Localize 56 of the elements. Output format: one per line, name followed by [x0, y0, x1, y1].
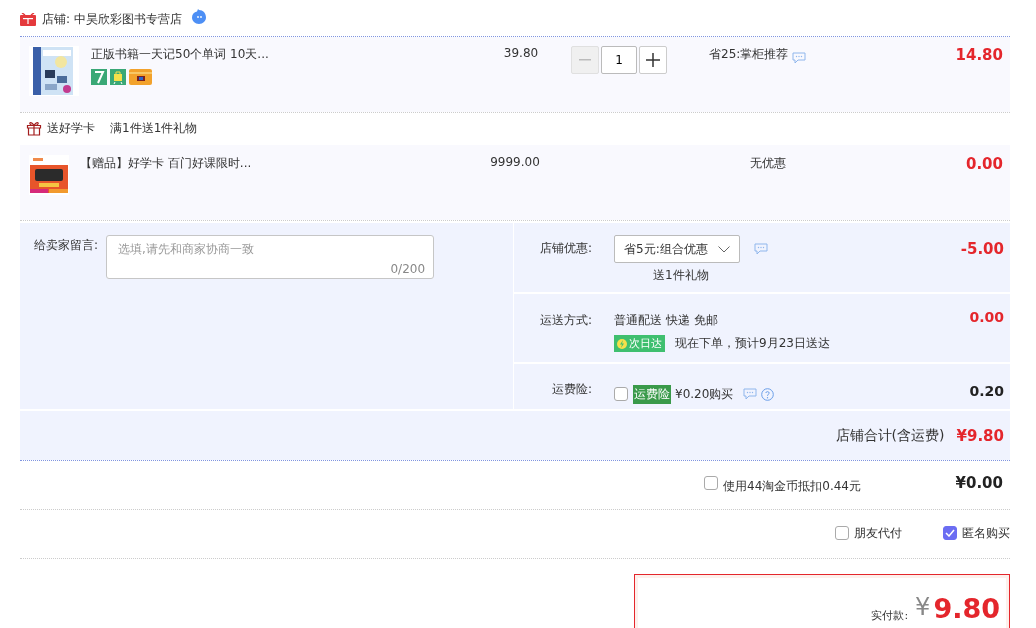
comment-icon[interactable] [743, 388, 758, 400]
item-total: 14.80 [954, 46, 1004, 66]
insurance-tag: 运费险 [633, 384, 671, 404]
minus-icon [579, 59, 591, 61]
store-total-amount: ¥9.80 [956, 426, 1004, 445]
gift-icon [26, 120, 42, 136]
message-label: 给卖家留言: [34, 237, 99, 254]
plus-icon [646, 53, 660, 67]
item-total: 0.00 [965, 155, 1004, 175]
decrease-button[interactable] [571, 46, 599, 74]
shipping-method: 普通配送 快递 免邮 [614, 312, 719, 329]
insurance-label: 运费险: [550, 381, 592, 398]
discount-note: 送1件礼物 [652, 267, 710, 284]
lightning-icon [617, 338, 627, 349]
discount-label: 店铺优惠: [538, 240, 592, 257]
delivery-estimate: 现在下单，预计9月23日送达 [675, 335, 830, 352]
currency-symbol: ¥ [915, 593, 931, 621]
store-logo-icon [20, 12, 36, 26]
discount-label: 省25:掌柜推荐 [709, 46, 789, 63]
quantity-field[interactable]: 1 [601, 46, 637, 74]
discount-amount: -5.00 [959, 239, 1005, 260]
option-checkbox[interactable] [835, 526, 849, 540]
insurance-amount: 0.20 [968, 382, 1005, 401]
seven-day-icon [91, 69, 107, 85]
gift-rule: 满1件送1件礼物 [110, 119, 198, 137]
store-total-label: 店铺合计(含运费) [835, 426, 945, 445]
payment-amount: 9.80 [933, 593, 1000, 624]
product-title[interactable]: 正版书籍一天记50个单词 10天... [91, 46, 481, 63]
character-counter: 0/200 [390, 262, 426, 276]
option-label: 朋友代付 [854, 524, 902, 542]
shipping-amount: 0.00 [968, 309, 1005, 327]
shipping-label: 运送方式: [538, 312, 592, 329]
coins-checkbox[interactable] [704, 476, 718, 490]
payment-label: 实付款: [871, 608, 909, 623]
option-checkbox[interactable] [943, 526, 957, 540]
increase-button[interactable] [639, 46, 667, 74]
chevron-down-icon [717, 245, 730, 253]
help-icon[interactable] [761, 387, 775, 401]
gift-label: 送好学卡 [47, 119, 95, 137]
badge-text: 次日达 [629, 336, 662, 351]
gift-title[interactable]: 【赠品】好学卡 百门好课限时... [80, 155, 460, 172]
unit-price: 39.80 [502, 46, 540, 62]
insurance-checkbox[interactable] [614, 387, 628, 401]
option-label: 匿名购买 [962, 524, 1010, 542]
unit-price: 9999.00 [489, 155, 541, 171]
discount-label: 无优惠 [750, 155, 786, 172]
comment-icon[interactable] [792, 52, 807, 64]
insurance-price: ¥0.20购买 [675, 385, 734, 403]
comment-icon[interactable] [753, 243, 768, 255]
store-name[interactable]: 店铺: 中昊欣彩图书专营店 [42, 10, 182, 28]
card-icon [129, 69, 152, 85]
shopping-bag-icon [110, 69, 126, 85]
coins-label: 使用44淘金币抵扣0.44元 [723, 478, 861, 495]
discount-dropdown[interactable]: 省5元:组合优惠 [614, 235, 740, 263]
coins-amount: ¥0.00 [954, 474, 1003, 492]
chat-bubble-icon[interactable] [190, 9, 207, 25]
